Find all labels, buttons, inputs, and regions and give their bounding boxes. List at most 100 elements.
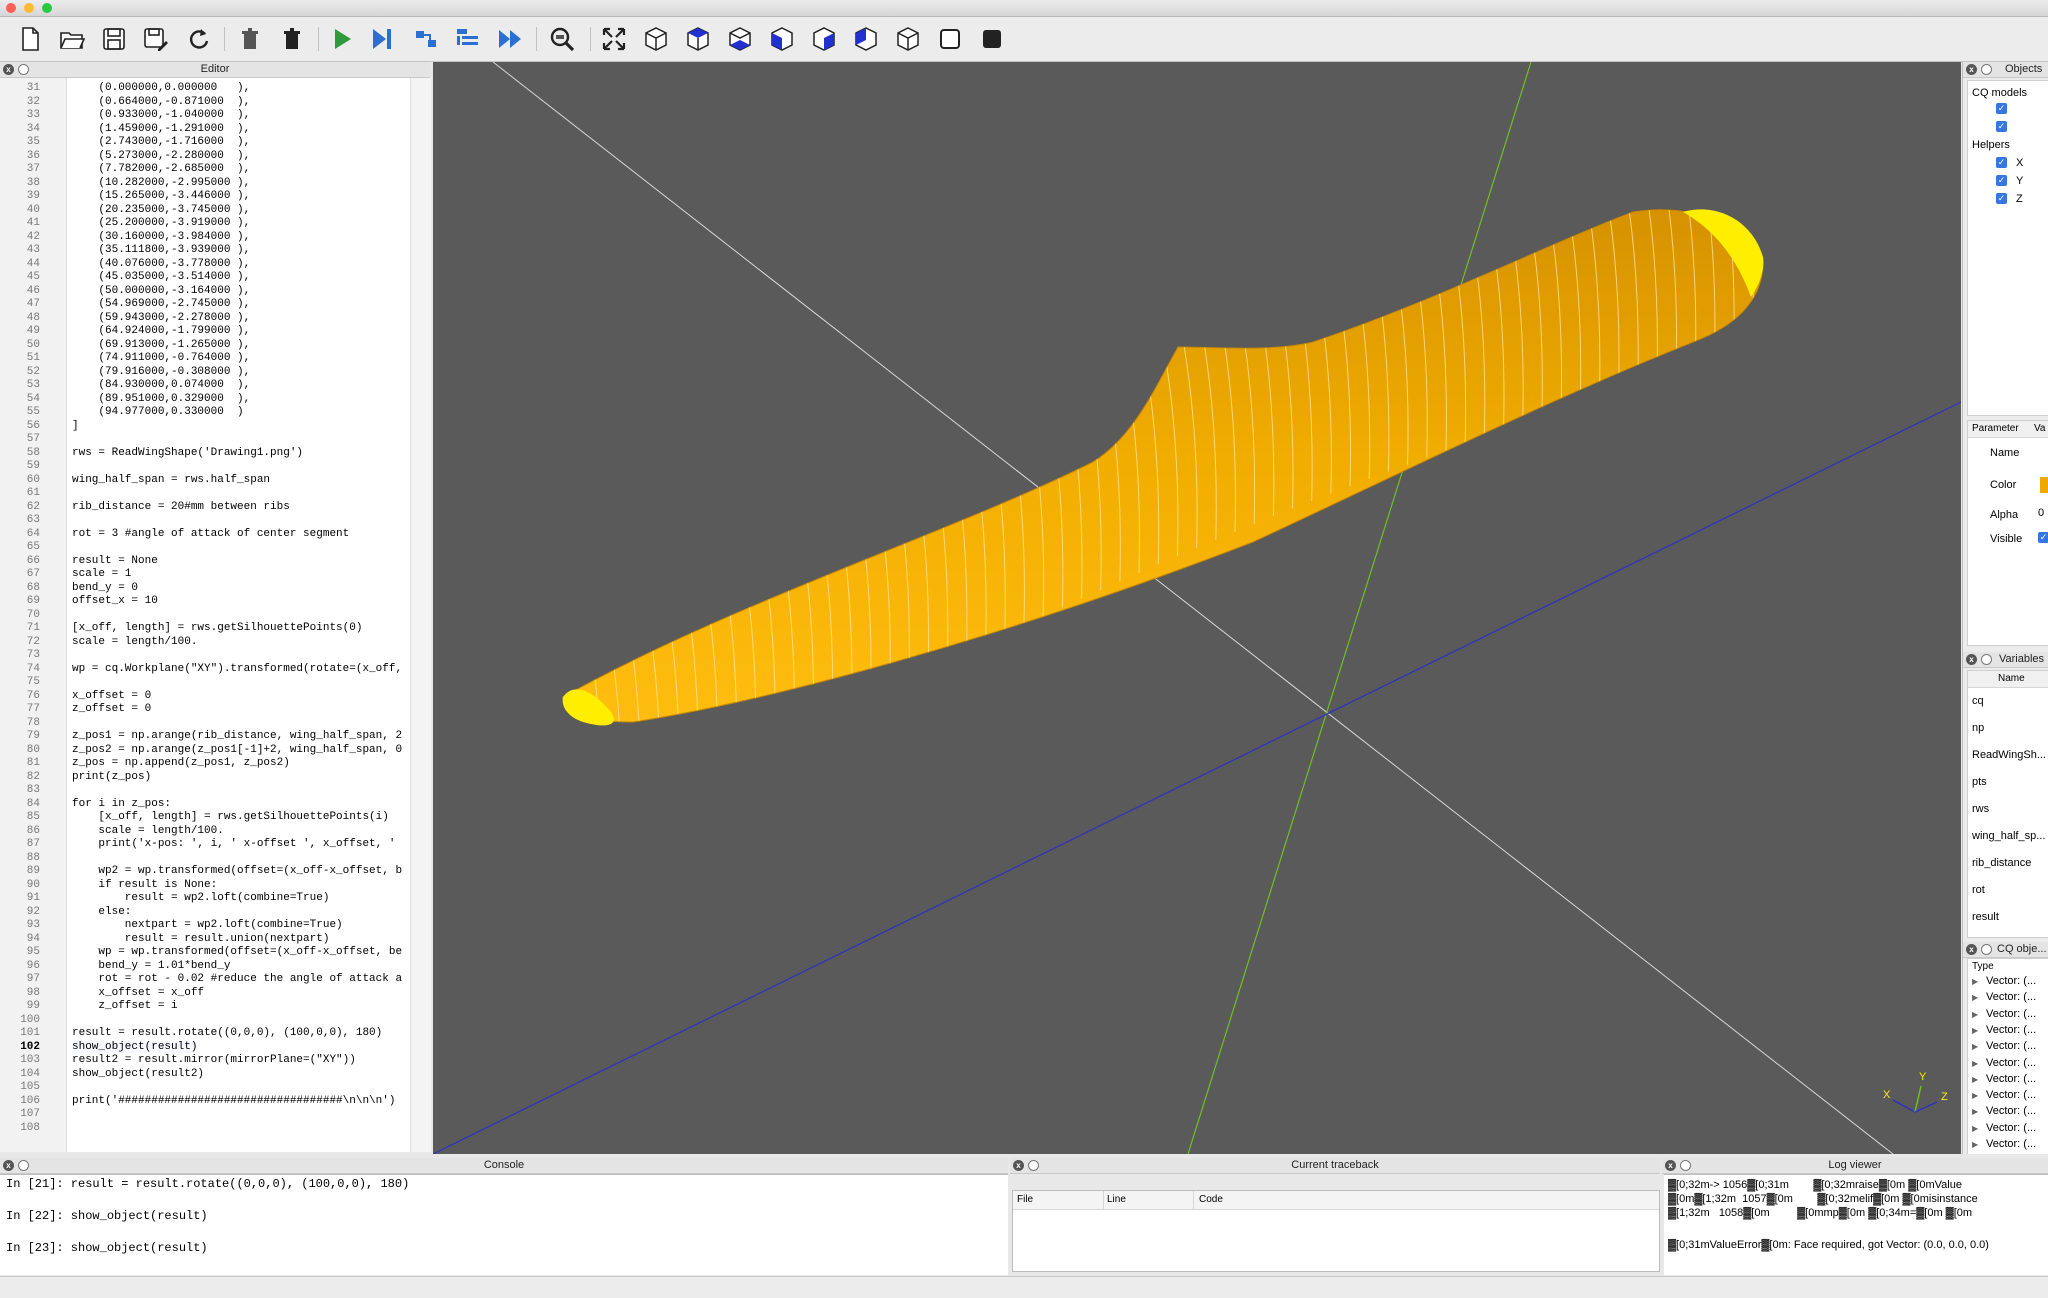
code-line[interactable]: (35.111800,-3.939000 ), <box>72 244 250 256</box>
code-line[interactable]: (40.076000,-3.778000 ), <box>72 258 250 270</box>
variable-item[interactable]: pts <box>1972 776 1987 788</box>
code-line[interactable]: (1.459000,-1.291000 ), <box>72 123 250 135</box>
float-panel-icon[interactable] <box>1981 654 1992 665</box>
code-line[interactable]: z_pos2 = np.arange(z_pos1[-1]+2, wing_ha… <box>72 744 402 756</box>
variable-item[interactable]: rib_distance <box>1972 857 2031 869</box>
code-line[interactable]: (54.969000,-2.745000 ), <box>72 298 250 310</box>
code-line[interactable] <box>72 852 98 864</box>
close-panel-icon[interactable]: x <box>3 1160 14 1171</box>
code-line[interactable]: (64.924000,-1.799000 ), <box>72 325 250 337</box>
cq-object-item[interactable]: Vector: (... <box>1986 1057 2036 1069</box>
3d-viewport[interactable]: X Y Z <box>433 62 1961 1154</box>
close-panel-icon[interactable]: x <box>1966 944 1977 955</box>
code-line[interactable]: result = result.union(nextpart) <box>72 933 330 945</box>
expand-arrow-icon[interactable]: ▶ <box>1972 1107 1978 1116</box>
code-line[interactable]: bend_y = 1.01*bend_y <box>72 960 230 972</box>
code-line[interactable]: rot = 3 #angle of attack of center segme… <box>72 528 349 540</box>
code-line[interactable]: result = result.rotate((0,0,0), (100,0,0… <box>72 1027 382 1039</box>
maximize-window-button[interactable] <box>42 3 52 13</box>
code-line[interactable]: (15.265000,-3.446000 ), <box>72 190 250 202</box>
code-line[interactable]: (0.000000,0.000000 ), <box>72 82 250 94</box>
expand-arrow-icon[interactable]: ▶ <box>1972 1124 1978 1133</box>
helper-x-checkbox[interactable]: ✓ <box>1996 157 2007 168</box>
code-line[interactable]: nextpart = wp2.loft(combine=True) <box>72 919 343 931</box>
cq-object-item[interactable]: Vector: (... <box>1986 1138 2036 1150</box>
code-line[interactable]: print('#################################… <box>72 1095 395 1107</box>
expand-arrow-icon[interactable]: ▶ <box>1972 1091 1978 1100</box>
objects-tree[interactable]: CQ models ✓ ✓ Helpers ✓ X ✓ Y ✓ Z <box>1967 80 2048 416</box>
front-view-button[interactable] <box>768 25 796 53</box>
code-line[interactable]: result = None <box>72 555 158 567</box>
close-panel-icon[interactable]: x <box>1966 64 1977 75</box>
float-panel-icon[interactable] <box>1680 1160 1691 1171</box>
expand-arrow-icon[interactable]: ▶ <box>1972 1140 1978 1149</box>
float-panel-icon[interactable] <box>18 1160 29 1171</box>
code-line[interactable]: x_offset = x_off <box>72 987 204 999</box>
close-panel-icon[interactable]: x <box>1013 1160 1024 1171</box>
reload-button[interactable] <box>184 25 212 53</box>
prop-visible-checkbox[interactable]: ✓ <box>2038 532 2048 543</box>
run-button[interactable] <box>328 25 356 53</box>
bottom-view-button[interactable] <box>726 25 754 53</box>
cq-object-item[interactable]: Vector: (... <box>1986 1105 2036 1117</box>
code-line[interactable]: (25.200000,-3.919000 ), <box>72 217 250 229</box>
float-panel-icon[interactable] <box>1028 1160 1039 1171</box>
variable-item[interactable]: wing_half_sp... <box>1972 830 2045 842</box>
save-button[interactable] <box>100 25 128 53</box>
code-line[interactable]: bend_y = 0 <box>72 582 138 594</box>
code-line[interactable]: rot = rot - 0.02 #reduce the angle of at… <box>72 973 402 985</box>
close-panel-icon[interactable]: x <box>1665 1160 1676 1171</box>
code-line[interactable]: (2.743000,-1.716000 ), <box>72 136 250 148</box>
code-line[interactable]: z_offset = i <box>72 1000 177 1012</box>
code-line[interactable]: (0.933000,-1.040000 ), <box>72 109 250 121</box>
zoom-button[interactable] <box>548 25 576 53</box>
helper-y-checkbox[interactable]: ✓ <box>1996 175 2007 186</box>
code-line[interactable]: [x_off, length] = rws.getSilhouettePoint… <box>72 622 362 634</box>
cq-object-item[interactable]: Vector: (... <box>1986 1008 2036 1020</box>
code-line[interactable]: (94.977000,0.330000 ) <box>72 406 243 418</box>
code-line[interactable]: show_object(result) <box>72 1040 198 1053</box>
code-line[interactable]: if result is None: <box>72 879 217 891</box>
editor-scrollbar[interactable] <box>410 78 431 1152</box>
skip-button[interactable] <box>496 25 524 53</box>
cq-object-item[interactable]: Vector: (... <box>1986 1122 2036 1134</box>
close-panel-icon[interactable]: x <box>3 64 14 75</box>
expand-arrow-icon[interactable]: ▶ <box>1972 1075 1978 1084</box>
code-line[interactable]: (0.664000,-0.871000 ), <box>72 96 250 108</box>
prop-alpha-value[interactable]: 0 <box>2038 507 2044 519</box>
code-line[interactable]: (45.035000,-3.514000 ), <box>72 271 250 283</box>
cq-object-item[interactable]: Vector: (... <box>1986 1089 2036 1101</box>
cq-editor-button[interactable] <box>454 25 482 53</box>
expand-arrow-icon[interactable]: ▶ <box>1972 1042 1978 1051</box>
code-line[interactable]: (69.913000,-1.265000 ), <box>72 339 250 351</box>
shaded-button[interactable] <box>978 25 1006 53</box>
float-panel-icon[interactable] <box>18 64 29 75</box>
top-view-button[interactable] <box>684 25 712 53</box>
variable-item[interactable]: np <box>1972 722 1984 734</box>
minimize-window-button[interactable] <box>24 3 34 13</box>
right-view-button[interactable] <box>894 25 922 53</box>
variable-item[interactable]: result <box>1972 911 1999 923</box>
float-panel-icon[interactable] <box>1981 64 1992 75</box>
fit-view-button[interactable] <box>600 25 628 53</box>
console[interactable]: In [21]: result = result.rotate((0,0,0),… <box>0 1174 1008 1275</box>
code-line[interactable]: z_pos = np.append(z_pos1, z_pos2) <box>72 757 290 769</box>
code-line[interactable]: scale = 1 <box>72 568 131 580</box>
code-line[interactable]: (7.782000,-2.685000 ), <box>72 163 250 175</box>
expand-arrow-icon[interactable]: ▶ <box>1972 993 1978 1002</box>
helper-z-checkbox[interactable]: ✓ <box>1996 193 2007 204</box>
code-line[interactable]: show_object(result2) <box>72 1068 204 1080</box>
code-line[interactable]: result2 = result.mirror(mirrorPlane=("XY… <box>72 1054 356 1066</box>
tree-helpers[interactable]: Helpers <box>1972 139 2010 151</box>
model-2-checkbox[interactable]: ✓ <box>1996 121 2007 132</box>
code-line[interactable]: wing_half_span = rws.half_span <box>72 474 270 486</box>
code-line[interactable]: (74.911000,-0.764000 ), <box>72 352 250 364</box>
debug-button[interactable] <box>412 25 440 53</box>
code-line[interactable]: (50.000000,-3.164000 ), <box>72 285 250 297</box>
close-panel-icon[interactable]: x <box>1966 654 1977 665</box>
expand-arrow-icon[interactable]: ▶ <box>1972 977 1978 986</box>
save-as-button[interactable] <box>142 25 170 53</box>
variable-item[interactable]: rws <box>1972 803 1989 815</box>
cq-object-item[interactable]: Vector: (... <box>1986 991 2036 1003</box>
expand-arrow-icon[interactable]: ▶ <box>1972 1010 1978 1019</box>
